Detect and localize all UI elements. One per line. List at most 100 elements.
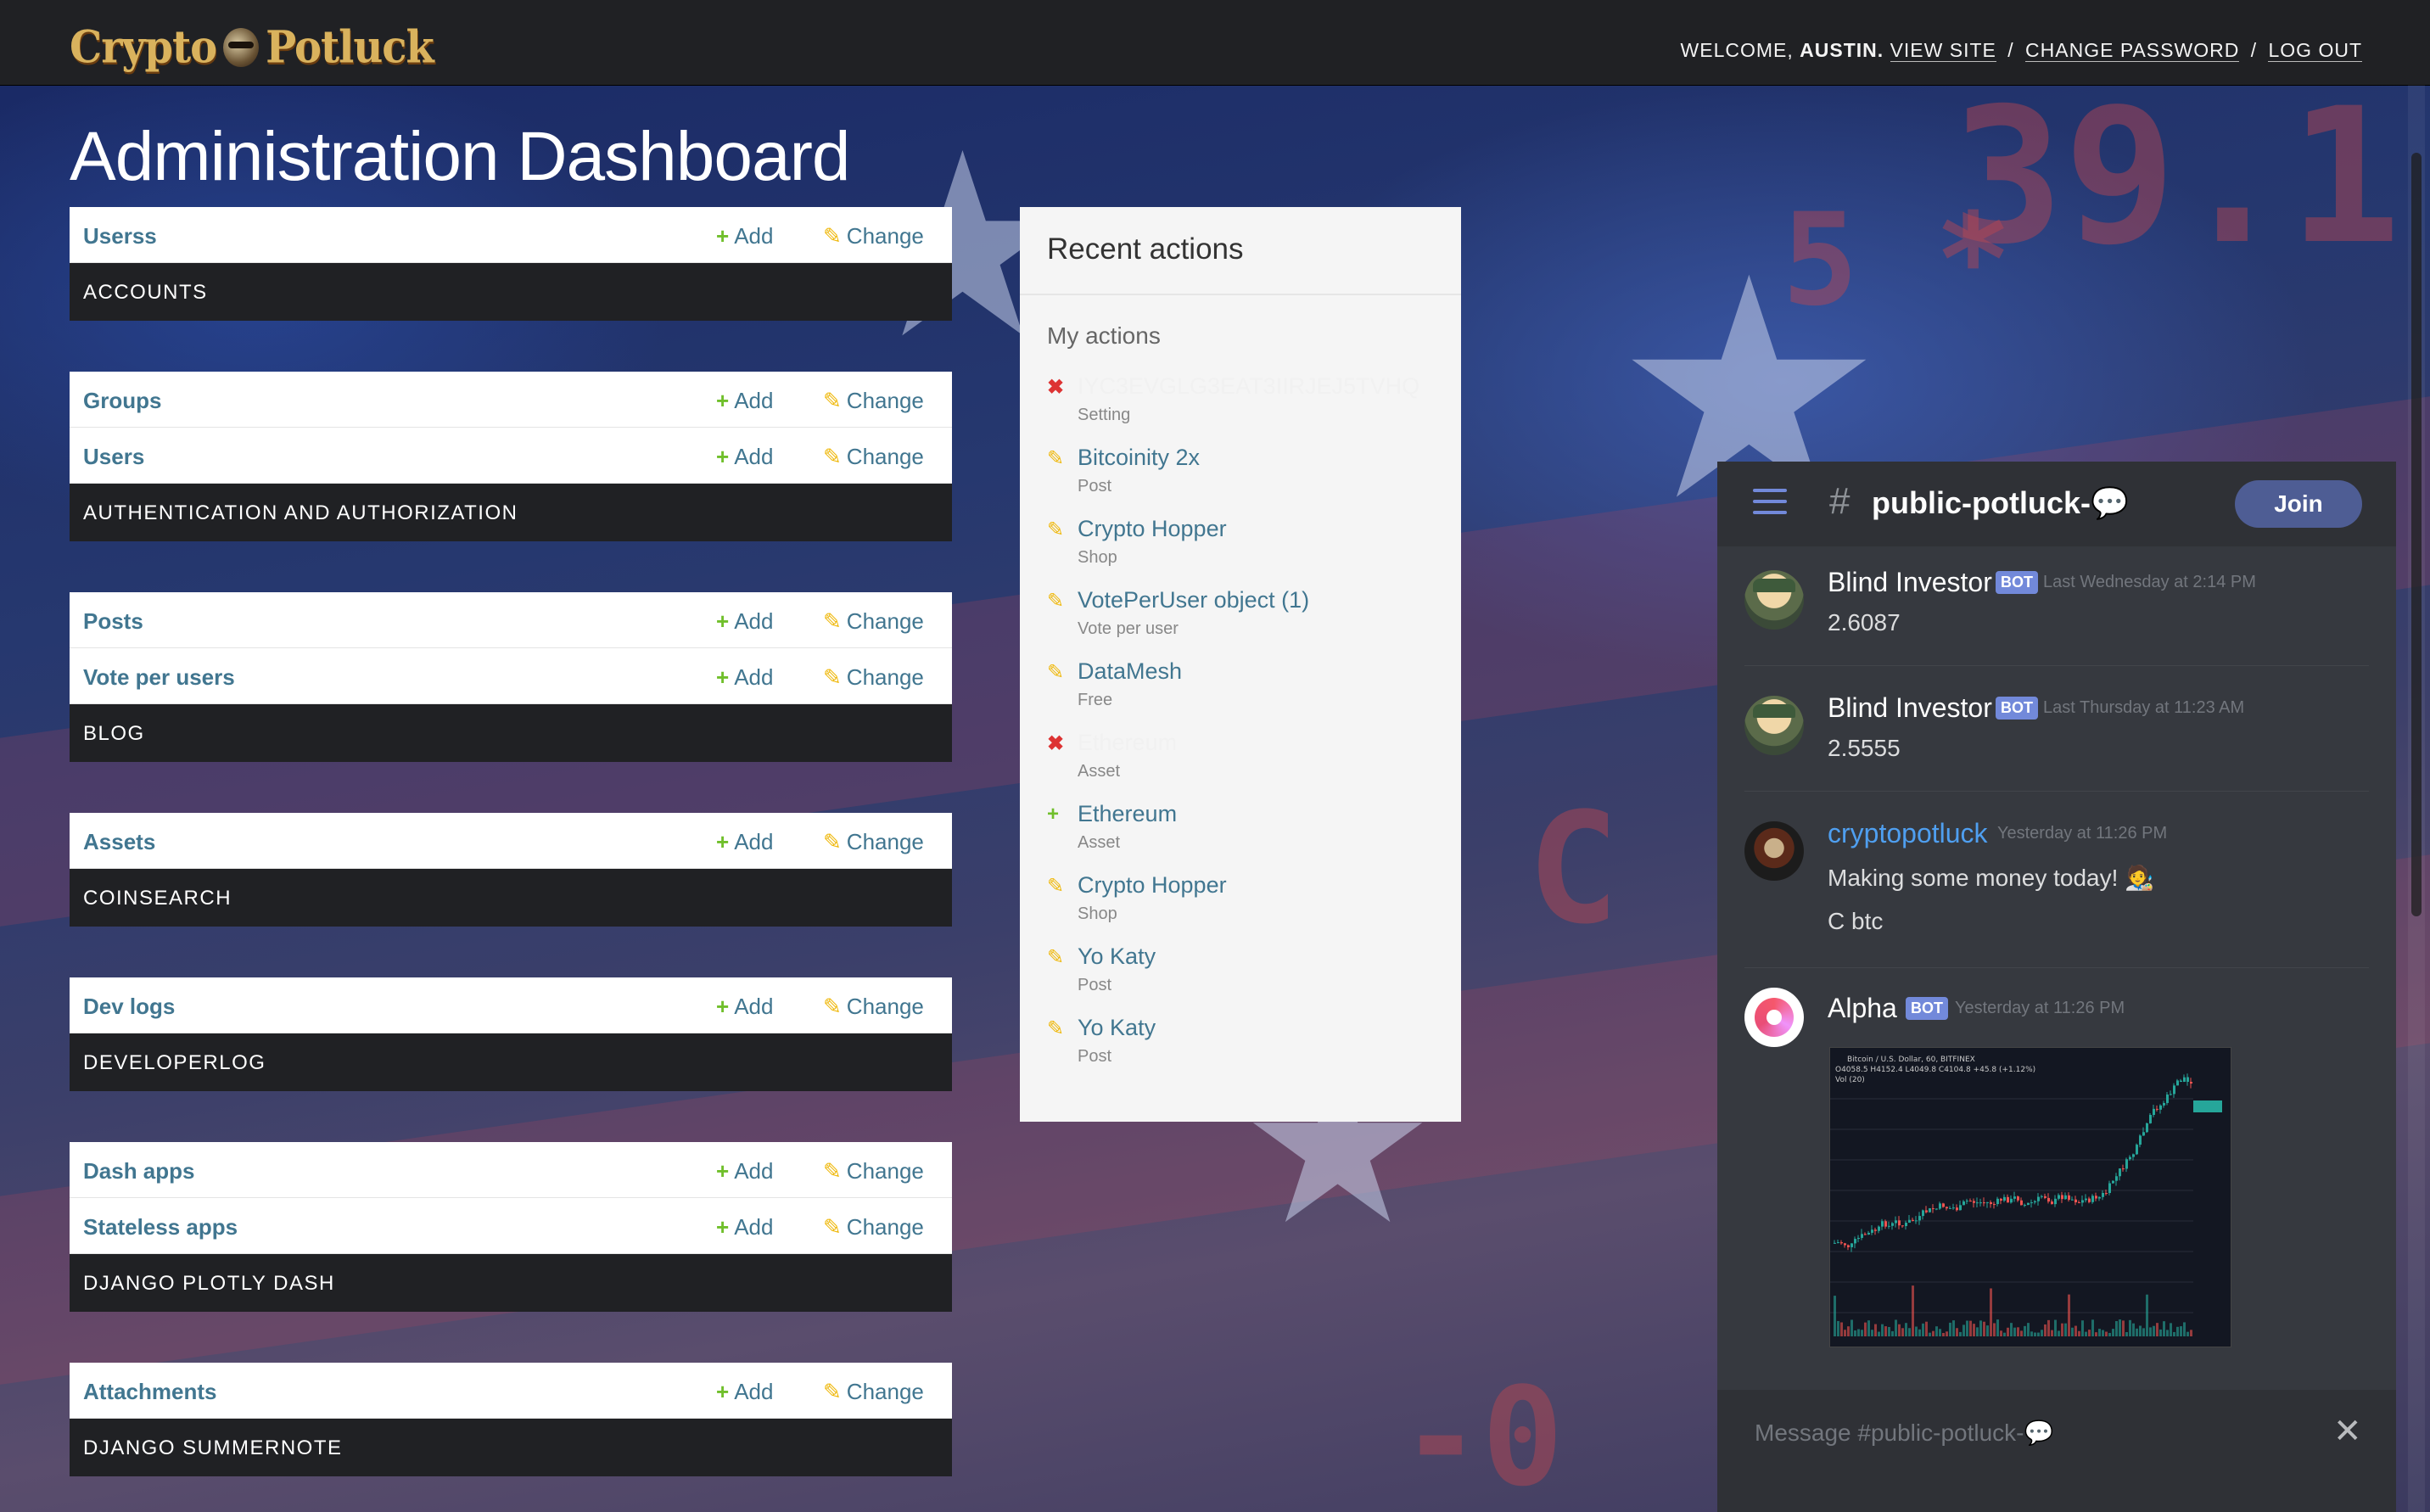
add-link[interactable]: + Add [716,1214,773,1240]
candle-body [2085,1198,2087,1201]
volume-bar [1878,1331,1880,1336]
view-site-link[interactable]: VIEW SITE [1890,39,1996,62]
model-link[interactable]: Dev logs [83,994,175,1020]
action-object-link[interactable]: Crypto Hopper [1078,872,1227,899]
model-link[interactable]: Dash apps [83,1158,195,1184]
plus-icon: + [716,994,730,1019]
add-link[interactable]: + Add [716,1158,773,1184]
message-timestamp: Last Wednesday at 2:14 PM [2043,573,2256,591]
action-object-link: Ethereum [1078,730,1178,755]
avatar[interactable] [1744,821,1804,881]
add-link[interactable]: + Add [716,829,773,855]
candle-body [2064,1195,2067,1200]
module-caption[interactable]: DJANGO SUMMERNOTE [70,1419,952,1476]
module-caption-text: DJANGO SUMMERNOTE [83,1436,343,1459]
candle-body [1959,1205,1962,1211]
volume-bar [1850,1319,1853,1336]
join-button[interactable]: Join [2235,480,2362,528]
model-row: Assets + Add ✎ Change [70,813,952,869]
change-link[interactable]: ✎ Change [823,1214,924,1240]
model-link[interactable]: Users [83,444,144,470]
add-link[interactable]: + Add [716,223,773,249]
model-link[interactable]: Vote per users [83,664,235,691]
log-out-link[interactable]: LOG OUT [2268,39,2362,62]
scrollbar[interactable] [2408,85,2425,1512]
model-link[interactable]: Attachments [83,1379,216,1405]
candle-body [1979,1202,1982,1204]
avatar[interactable] [1744,988,1804,1047]
change-link[interactable]: ✎ Change [823,608,924,635]
change-link[interactable]: ✎ Change [823,388,924,414]
module-caption[interactable]: BLOG [70,704,952,762]
candle-body [1834,1242,1836,1244]
pencil-icon: ✎ [823,664,842,690]
volume-bar [1895,1319,1897,1336]
action-object-link[interactable]: Ethereum [1078,801,1177,827]
action-object-link[interactable]: Crypto Hopper [1078,516,1227,542]
message-author[interactable]: cryptopotluck [1828,818,1988,849]
module-caption[interactable]: ACCOUNTS [70,263,952,321]
message-author[interactable]: Blind Investor [1828,567,1992,598]
message-text: Making some money today! 🧑‍🎨 [1828,865,2155,891]
admin-header: Crypto Potluck WELCOME, AUSTIN. VIEW SIT… [0,0,2430,86]
avatar[interactable] [1744,696,1804,755]
action-object-link[interactable]: VotePerUser object (1) [1078,587,1309,613]
model-link[interactable]: Posts [83,608,143,635]
message-input[interactable]: Message #public-potluck-💬 [1755,1419,2053,1447]
module-caption[interactable]: COINSEARCH [70,869,952,927]
plus-icon: + [716,664,730,690]
module-caption[interactable]: DEVELOPERLOG [70,1033,952,1091]
change-link[interactable]: ✎ Change [823,994,924,1020]
volume-bar [1901,1328,1904,1336]
action-content-type: Asset [1078,833,1121,852]
change-link[interactable]: ✎ Change [823,664,924,691]
candle-body [2095,1196,2097,1199]
add-link[interactable]: + Add [716,608,773,635]
add-link[interactable]: + Add [716,388,773,414]
pencil-icon: ✎ [823,1158,842,1184]
message-author[interactable]: Alpha [1828,993,1897,1024]
volume-bar [2163,1321,2165,1336]
add-link[interactable]: + Add [716,1379,773,1405]
model-link[interactable]: Userss [83,223,157,249]
action-object-link[interactable]: Yo Katy [1078,944,1156,970]
module-caption[interactable]: AUTHENTICATION AND AUTHORIZATION [70,484,952,541]
add-link[interactable]: + Add [716,664,773,691]
change-link[interactable]: ✎ Change [823,223,924,249]
candle-body [2173,1085,2175,1095]
action-object-link[interactable]: Yo Katy [1078,1015,1156,1041]
candle-body [2170,1094,2172,1095]
volume-bar [2139,1325,2142,1336]
candle-body [2108,1183,2111,1194]
candle-body [1840,1242,1843,1244]
avatar[interactable] [1744,570,1804,630]
message-author[interactable]: Blind Investor [1828,692,1992,724]
candlestick-chart: Bitcoin / U.S. Dollar, 60, BITFINEX O405… [1830,1056,2222,1336]
module-caption[interactable]: DJANGO PLOTLY DASH [70,1254,952,1312]
model-link[interactable]: Groups [83,388,161,414]
change-link[interactable]: ✎ Change [823,1158,924,1184]
action-object-link[interactable]: Bitcoinity 2x [1078,445,1200,471]
change-password-link[interactable]: CHANGE PASSWORD [2025,39,2240,62]
site-logo[interactable]: Crypto Potluck [70,21,434,74]
logo-text-right: Potluck [266,21,434,74]
volume-bar [2085,1331,2087,1336]
candle-body [2058,1195,2060,1199]
change-link[interactable]: ✎ Change [823,829,924,855]
action-object-link[interactable]: DataMesh [1078,658,1182,685]
model-link[interactable]: Stateless apps [83,1214,238,1240]
action-content-type: Post [1078,477,1112,496]
candle-body [2159,1105,2162,1110]
change-link[interactable]: ✎ Change [823,444,924,470]
menu-icon[interactable] [1753,489,1787,518]
message-composer[interactable]: Message #public-potluck-💬 ✕ [1717,1390,2396,1512]
add-label: Add [734,223,774,249]
model-link[interactable]: Assets [83,829,155,855]
close-icon[interactable]: ✕ [2333,1412,2362,1451]
chart-image[interactable]: Bitcoin / U.S. Dollar, 60, BITFINEX O405… [1829,1047,2231,1347]
change-link[interactable]: ✎ Change [823,1379,924,1405]
add-link[interactable]: + Add [716,444,773,470]
candle-body [2129,1156,2131,1160]
candle-body [2054,1198,2057,1205]
add-link[interactable]: + Add [716,994,773,1020]
